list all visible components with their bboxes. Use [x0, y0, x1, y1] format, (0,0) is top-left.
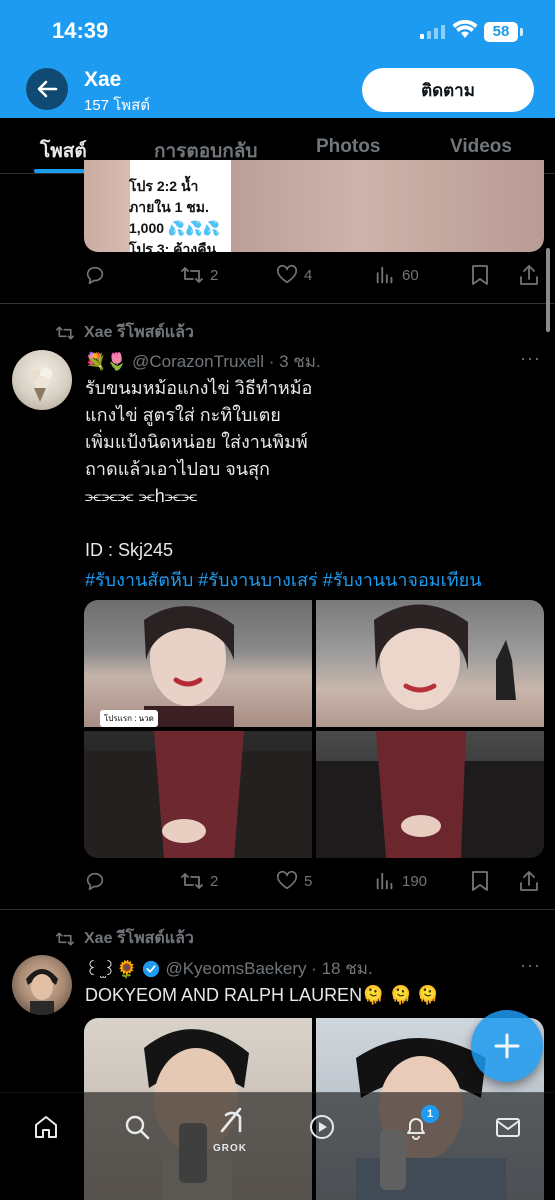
repost-icon — [181, 267, 203, 283]
search-icon[interactable] — [123, 1113, 151, 1146]
follow-button[interactable]: ติดตาม — [362, 68, 534, 112]
verified-badge-icon — [143, 960, 160, 977]
avatar[interactable] — [12, 955, 72, 1015]
repost-icon — [55, 931, 74, 946]
repost-count: 2 — [210, 266, 219, 284]
bookmark-button[interactable] — [470, 264, 490, 286]
avatar[interactable] — [12, 350, 72, 410]
compose-button[interactable] — [471, 1010, 543, 1082]
post-image[interactable]: โปร 2:2 น้ำ ภายใน 1 ชม. 1,000 💦💦💦 โปร 3:… — [84, 160, 544, 252]
repost-label: Xae รีโพสต์แล้ว — [84, 930, 194, 947]
views-icon — [376, 266, 393, 284]
battery-indicator: 58 — [484, 22, 518, 42]
photo-sticker: โปรแรก : นวด — [100, 710, 158, 727]
home-icon[interactable] — [32, 1113, 60, 1146]
repost-count: 2 — [210, 872, 219, 890]
repost-indicator: Xae รีโพสต์แล้ว — [54, 926, 194, 951]
views-button[interactable]: 60 — [374, 264, 419, 286]
reply-button[interactable] — [84, 870, 112, 892]
photo-4[interactable] — [316, 731, 544, 858]
handle-time: @CorazonTruxell · 3 ชม. — [132, 352, 321, 371]
more-options-icon[interactable]: ··· — [520, 348, 541, 369]
bottom-navigation: GROK 1 — [0, 1092, 555, 1200]
reply-button[interactable] — [84, 264, 112, 286]
photo-grid: โปรแรก : นวด — [84, 600, 544, 858]
image-promo-text: โปร 2:2 น้ำ ภายใน 1 ชม. 1,000 💦💦💦 โปร 3:… — [129, 178, 221, 252]
post-divider — [0, 303, 555, 304]
post-author[interactable]: 💐🌷 @CorazonTruxell · 3 ชม. — [85, 348, 321, 375]
grok-label: GROK — [213, 1143, 247, 1154]
views-button[interactable]: 190 — [374, 870, 427, 892]
status-bar: 14:39 58 — [0, 0, 555, 60]
repost-icon — [181, 873, 203, 889]
tab-videos[interactable]: Videos — [450, 136, 512, 158]
like-button[interactable]: 4 — [276, 264, 312, 286]
post-author[interactable]: ꒰ ̫꒱🌻 @KyeomsBaekery · 18 ชม. — [85, 955, 373, 982]
notification-badge: 1 — [421, 1105, 439, 1123]
repost-indicator: Xae รีโพสต์แล้ว — [54, 320, 194, 345]
wifi-icon — [452, 19, 478, 45]
reply-icon — [86, 872, 104, 891]
tab-photos[interactable]: Photos — [316, 136, 380, 158]
battery-tip — [520, 28, 523, 36]
scrollbar[interactable] — [546, 248, 550, 332]
post-divider — [0, 909, 555, 910]
profile-header: 14:39 58 Xae 157 โพสต์ ติดตาม — [0, 0, 555, 118]
arrow-left-icon — [37, 80, 58, 98]
reply-icon — [86, 266, 104, 285]
repost-icon — [55, 325, 74, 340]
post-text: DOKYEOM AND RALPH LAUREN🫠 🫠 🫠 — [85, 985, 440, 1005]
bookmark-button[interactable] — [470, 870, 490, 892]
like-count: 4 — [304, 266, 313, 284]
video-icon[interactable] — [308, 1113, 336, 1146]
display-name: 💐🌷 — [85, 352, 128, 371]
share-icon — [520, 265, 538, 285]
like-button[interactable]: 5 — [276, 870, 312, 892]
tab-posts[interactable]: โพสต์ — [40, 136, 87, 166]
heart-icon — [276, 870, 298, 890]
views-count: 190 — [402, 872, 428, 890]
repost-label: Xae รีโพสต์แล้ว — [84, 324, 194, 341]
like-count: 5 — [304, 872, 313, 890]
heart-icon — [276, 264, 298, 284]
photo-1[interactable]: โปรแรก : นวด — [84, 600, 312, 727]
photo-3[interactable] — [84, 731, 312, 858]
repost-button[interactable]: 2 — [180, 264, 218, 286]
post-text: รับขนมหม้อแกงไข่ วิธีทำหม้อ แกงไข่ สูตรใ… — [85, 378, 313, 560]
post-count: 157 โพสต์ — [84, 97, 151, 114]
repost-button[interactable]: 2 — [180, 870, 218, 892]
photo-2[interactable] — [316, 600, 544, 727]
mail-icon[interactable] — [494, 1113, 522, 1146]
share-button[interactable] — [518, 870, 540, 892]
signal-icon — [420, 24, 446, 45]
bookmark-icon — [472, 871, 488, 891]
display-name: ꒰ ̫꒱🌻 — [85, 959, 138, 979]
plus-icon — [494, 1033, 520, 1059]
grok-icon[interactable] — [216, 1105, 246, 1140]
share-icon — [520, 871, 538, 891]
profile-name: Xae — [84, 68, 122, 91]
status-time: 14:39 — [52, 18, 109, 43]
bookmark-icon — [472, 265, 488, 285]
more-options-icon[interactable]: ··· — [520, 955, 541, 976]
share-button[interactable] — [518, 264, 540, 286]
views-icon — [376, 872, 393, 890]
views-count: 60 — [402, 266, 419, 284]
back-button[interactable] — [26, 68, 68, 110]
post-hashtags[interactable]: #รับงานสัตหีบ #รับงานบางเสร่ #รับงานนาจอ… — [85, 565, 482, 594]
handle-time: @KyeomsBaekery · 18 ชม. — [165, 959, 373, 978]
